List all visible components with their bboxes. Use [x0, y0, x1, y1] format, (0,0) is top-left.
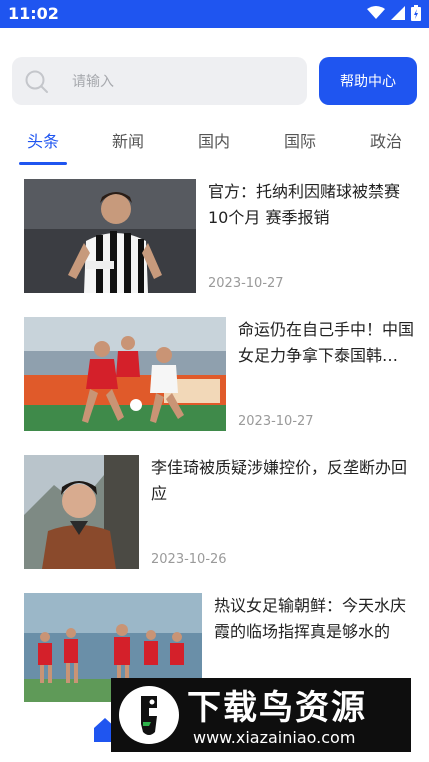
list-item[interactable]: 李佳琦被质疑涉嫌控价，反垄断办回应 2023-10-26 [24, 455, 414, 569]
tab-domestic[interactable]: 国内 [198, 128, 230, 152]
status-time: 11:02 [8, 4, 59, 23]
article-title: 热议女足输朝鲜：今天水庆霞的临场指挥真是够水的 [214, 596, 407, 641]
search-icon [25, 70, 48, 93]
tab-headlines[interactable]: 头条 [27, 128, 59, 152]
article-title: 官方：托纳利因赌球被禁赛10个月 赛季报销 [208, 182, 401, 227]
help-center-button[interactable]: 帮助中心 [319, 57, 417, 105]
list-item[interactable]: 官方：托纳利因赌球被禁赛10个月 赛季报销 2023-10-27 [24, 179, 414, 293]
article-date: 2023-10-26 [151, 552, 227, 567]
status-icons [367, 5, 421, 21]
tab-politics[interactable]: 政治 [370, 128, 402, 152]
article-date: 2023-10-27 [208, 276, 284, 291]
watermark-url: www.xiazainiao.com [193, 728, 356, 747]
watermark-banner: 下载鸟资源 www.xiazainiao.com [111, 678, 411, 752]
article-thumbnail [24, 455, 139, 569]
category-tabs: 头条 新闻 国内 国际 政治 [0, 124, 429, 168]
wifi-icon [367, 6, 385, 19]
search-input[interactable]: 请输入 [12, 57, 307, 105]
tab-international[interactable]: 国际 [284, 128, 316, 152]
watermark-title: 下载鸟资源 [187, 688, 367, 728]
status-bar: 11:02 [0, 0, 429, 28]
article-thumbnail [24, 317, 226, 431]
tab-news[interactable]: 新闻 [112, 128, 144, 152]
article-title: 命运仍在自己手中！中国女足力争拿下泰国韩国锁定出线 [238, 320, 414, 365]
article-thumbnail [24, 179, 196, 293]
article-date: 2023-10-27 [238, 414, 314, 429]
battery-icon [411, 5, 421, 21]
article-title: 李佳琦被质疑涉嫌控价，反垄断办回应 [151, 458, 408, 503]
watermark-logo [119, 686, 179, 744]
tab-active-indicator [19, 162, 67, 165]
signal-icon [391, 6, 405, 20]
search-placeholder: 请输入 [72, 74, 114, 90]
list-item[interactable]: 命运仍在自己手中！中国女足力争拿下泰国韩国锁定出线 2023-10-27 [24, 317, 414, 431]
